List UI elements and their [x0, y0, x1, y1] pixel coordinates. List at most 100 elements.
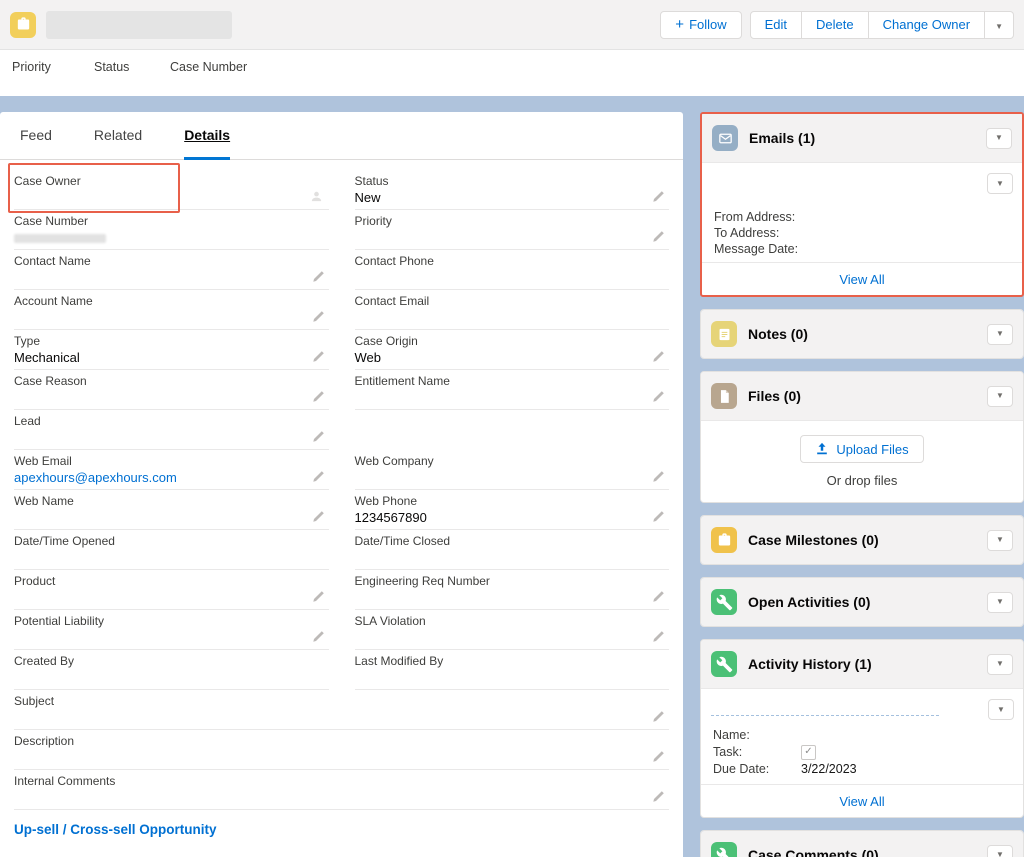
field-lead: Lead	[14, 410, 329, 450]
edit-pencil-icon[interactable]	[651, 510, 665, 524]
edit-button[interactable]: Edit	[750, 11, 802, 39]
change-owner-button[interactable]: Change Owner	[869, 11, 985, 39]
edit-pencil-icon[interactable]	[311, 470, 325, 484]
wrench-icon	[711, 842, 737, 857]
edit-pencil-icon[interactable]	[651, 630, 665, 644]
field-type: Type Mechanical	[14, 330, 329, 370]
notes-card-title[interactable]: Notes (0)	[748, 326, 808, 342]
open-activities-card-title[interactable]: Open Activities (0)	[748, 594, 870, 610]
record-detail-panel: Feed Related Details Case Owner Status N…	[0, 112, 683, 857]
case-comments-card-title[interactable]: Case Comments (0)	[748, 847, 879, 857]
files-menu-button[interactable]: ▼	[987, 386, 1013, 407]
activity-name-label: Name:	[713, 727, 801, 743]
field-priority: Priority	[355, 210, 670, 250]
activity-history-card-title[interactable]: Activity History (1)	[748, 656, 872, 672]
files-dropzone[interactable]: Upload Files Or drop files	[701, 420, 1023, 502]
edit-pencil-icon[interactable]	[311, 590, 325, 604]
activity-history-card: Activity History (1) ▼ ▼ Name: Task: ✓ D…	[700, 639, 1024, 818]
case-milestones-menu-button[interactable]: ▼	[987, 530, 1013, 551]
open-activities-menu-button[interactable]: ▼	[987, 592, 1013, 613]
chevron-down-icon: ▼	[996, 392, 1004, 400]
follow-button-label: Follow	[689, 17, 727, 32]
header-actions: + Follow Edit Delete Change Owner ▼	[660, 11, 1014, 39]
tab-details[interactable]: Details	[184, 112, 230, 160]
case-comments-card-header[interactable]: Case Comments (0) ▼	[701, 831, 1023, 857]
case-title-redacted	[46, 11, 232, 39]
activity-due-date-value: 3/22/2023	[801, 761, 857, 777]
edit-pencil-icon[interactable]	[311, 630, 325, 644]
case-comments-menu-button[interactable]: ▼	[987, 845, 1013, 857]
edit-pencil-icon[interactable]	[651, 750, 665, 764]
web-email-link[interactable]: apexhours@apexhours.com	[14, 469, 301, 487]
case-milestones-card-title[interactable]: Case Milestones (0)	[748, 532, 879, 548]
edit-pencil-icon[interactable]	[651, 710, 665, 724]
edit-pencil-icon[interactable]	[651, 190, 665, 204]
follow-button[interactable]: + Follow	[660, 11, 741, 39]
email-to-label: To Address:	[714, 225, 1010, 241]
field-last-modified-by: Last Modified By	[355, 650, 670, 690]
edit-pencil-icon[interactable]	[311, 430, 325, 444]
task-checkbox[interactable]: ✓	[801, 745, 816, 760]
case-icon	[10, 12, 36, 38]
field-contact-phone: Contact Phone	[355, 250, 670, 290]
field-contact-name: Contact Name	[14, 250, 329, 290]
files-card-header[interactable]: Files (0) ▼	[701, 372, 1023, 420]
edit-pencil-icon[interactable]	[311, 390, 325, 404]
case-milestones-card-header[interactable]: Case Milestones (0) ▼	[701, 516, 1023, 564]
open-activities-card: Open Activities (0) ▼	[700, 577, 1024, 627]
activity-history-item: ▼ Name: Task: ✓ Due Date: 3/22/2023	[701, 688, 1023, 784]
emails-card-title[interactable]: Emails (1)	[749, 130, 815, 146]
edit-pencil-icon[interactable]	[311, 310, 325, 324]
edit-pencil-icon[interactable]	[651, 470, 665, 484]
email-date-label: Message Date:	[714, 241, 1010, 257]
upload-files-button[interactable]: Upload Files	[800, 435, 923, 463]
activity-item-menu-button[interactable]: ▼	[988, 699, 1014, 720]
upsell-cross-sell-link[interactable]: Up-sell / Cross-sell Opportunity	[14, 810, 669, 847]
emails-view-all-link[interactable]: View All	[839, 272, 884, 287]
milestone-icon	[711, 527, 737, 553]
files-card-title[interactable]: Files (0)	[748, 388, 801, 404]
change-owner-icon[interactable]	[310, 190, 323, 203]
tab-feed[interactable]: Feed	[20, 112, 52, 160]
notes-card-header[interactable]: Notes (0) ▼	[701, 310, 1023, 358]
notes-card: Notes (0) ▼	[700, 309, 1024, 359]
field-web-name: Web Name	[14, 490, 329, 530]
more-actions-button[interactable]: ▼	[985, 11, 1014, 39]
activity-task-row: Task: ✓	[713, 744, 1011, 760]
field-web-phone: Web Phone 1234567890	[355, 490, 670, 530]
emails-menu-button[interactable]: ▼	[986, 128, 1012, 149]
upload-files-label: Upload Files	[836, 442, 908, 457]
edit-pencil-icon[interactable]	[651, 350, 665, 364]
email-item-menu-button[interactable]: ▼	[987, 173, 1013, 194]
open-activities-card-header[interactable]: Open Activities (0) ▼	[701, 578, 1023, 626]
wrench-icon	[711, 651, 737, 677]
emails-card-header[interactable]: Emails (1) ▼	[702, 114, 1022, 162]
tab-related[interactable]: Related	[94, 112, 142, 160]
salesforce-case-page: + Follow Edit Delete Change Owner ▼ Prio…	[0, 0, 1024, 857]
highlights-panel: Priority Status Case Number	[0, 50, 1024, 96]
case-number-redacted	[14, 234, 106, 243]
edit-pencil-icon[interactable]	[311, 270, 325, 284]
activity-history-menu-button[interactable]: ▼	[987, 654, 1013, 675]
activity-task-label: Task:	[713, 744, 801, 760]
edit-pencil-icon[interactable]	[651, 230, 665, 244]
edit-pencil-icon[interactable]	[651, 390, 665, 404]
field-datetime-closed: Date/Time Closed	[355, 530, 670, 570]
edit-pencil-icon[interactable]	[311, 350, 325, 364]
edit-pencil-icon[interactable]	[651, 790, 665, 804]
field-product: Product	[14, 570, 329, 610]
field-subject: Subject	[14, 690, 669, 730]
field-case-owner: Case Owner	[14, 170, 329, 210]
edit-pencil-icon[interactable]	[311, 510, 325, 524]
activity-history-card-header[interactable]: Activity History (1) ▼	[701, 640, 1023, 688]
notes-menu-button[interactable]: ▼	[987, 324, 1013, 345]
field-case-origin: Case Origin Web	[355, 330, 670, 370]
activity-subject-redacted-link[interactable]	[711, 715, 939, 716]
details-form: Case Owner Status New Case Number Priori…	[14, 170, 669, 847]
chevron-down-icon: ▼	[996, 851, 1004, 857]
compact-field-case-number: Case Number	[170, 60, 290, 96]
activity-name-row: Name:	[713, 727, 1011, 743]
activity-history-view-all-link[interactable]: View All	[839, 794, 884, 809]
edit-pencil-icon[interactable]	[651, 590, 665, 604]
delete-button[interactable]: Delete	[802, 11, 869, 39]
